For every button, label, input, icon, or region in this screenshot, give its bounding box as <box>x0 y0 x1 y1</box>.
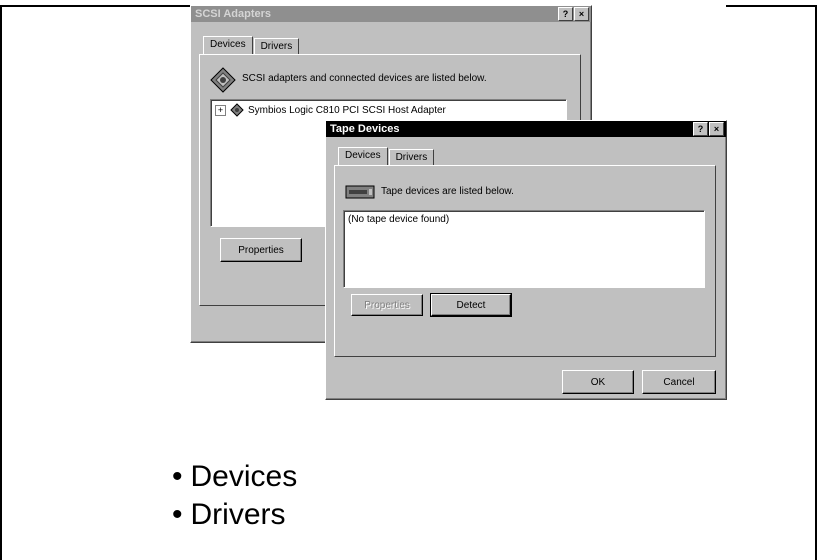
frame-top-left <box>0 5 190 7</box>
tree-row[interactable]: + Symbios Logic C810 PCI SCSI Host Adapt… <box>215 103 446 117</box>
bullet-glyph: • <box>172 498 183 531</box>
bullet-list: • Devices • Drivers <box>172 458 297 534</box>
close-button[interactable]: × <box>574 7 589 21</box>
ok-button[interactable]: OK <box>562 370 634 394</box>
list-item: • Devices <box>172 458 297 496</box>
close-button[interactable]: × <box>709 122 724 136</box>
scsi-title: SCSI Adapters <box>195 8 272 20</box>
list-item: • Drivers <box>172 496 297 534</box>
frame-top-right <box>726 5 817 7</box>
tab-devices[interactable]: Devices <box>203 36 253 54</box>
tape-tab-panel: Tape devices are listed below. (No tape … <box>334 165 716 357</box>
cancel-button[interactable]: Cancel <box>642 370 716 394</box>
tree-item-label: Symbios Logic C810 PCI SCSI Host Adapter <box>248 104 446 116</box>
detect-button[interactable]: Detect <box>430 293 512 317</box>
tape-devices-window: Tape Devices ? × Devices Drivers Tape de… <box>325 120 727 400</box>
tab-devices[interactable]: Devices <box>338 147 388 165</box>
scsi-host-adapter-icon <box>230 103 244 117</box>
scsi-properties-button[interactable]: Properties <box>220 238 302 262</box>
help-button[interactable]: ? <box>558 7 573 21</box>
tape-drive-icon <box>345 185 375 199</box>
scsi-description: SCSI adapters and connected devices are … <box>242 73 487 84</box>
bullet-drivers: Drivers <box>190 498 286 531</box>
list-item[interactable]: (No tape device found) <box>348 214 449 225</box>
bullet-devices: Devices <box>190 460 298 493</box>
help-button[interactable]: ? <box>693 122 708 136</box>
tree-expander[interactable]: + <box>215 104 226 116</box>
scsi-adapter-icon <box>210 67 236 93</box>
tape-properties-button[interactable]: Properties <box>351 294 423 316</box>
tape-titlebar[interactable]: Tape Devices ? × <box>326 121 726 137</box>
tape-title: Tape Devices <box>330 123 400 135</box>
scsi-titlebar[interactable]: SCSI Adapters ? × <box>191 6 591 22</box>
tape-description: Tape devices are listed below. <box>381 186 514 197</box>
tape-device-list[interactable]: (No tape device found) <box>343 210 705 288</box>
frame-left <box>0 5 2 560</box>
bullet-glyph: • <box>172 460 183 493</box>
